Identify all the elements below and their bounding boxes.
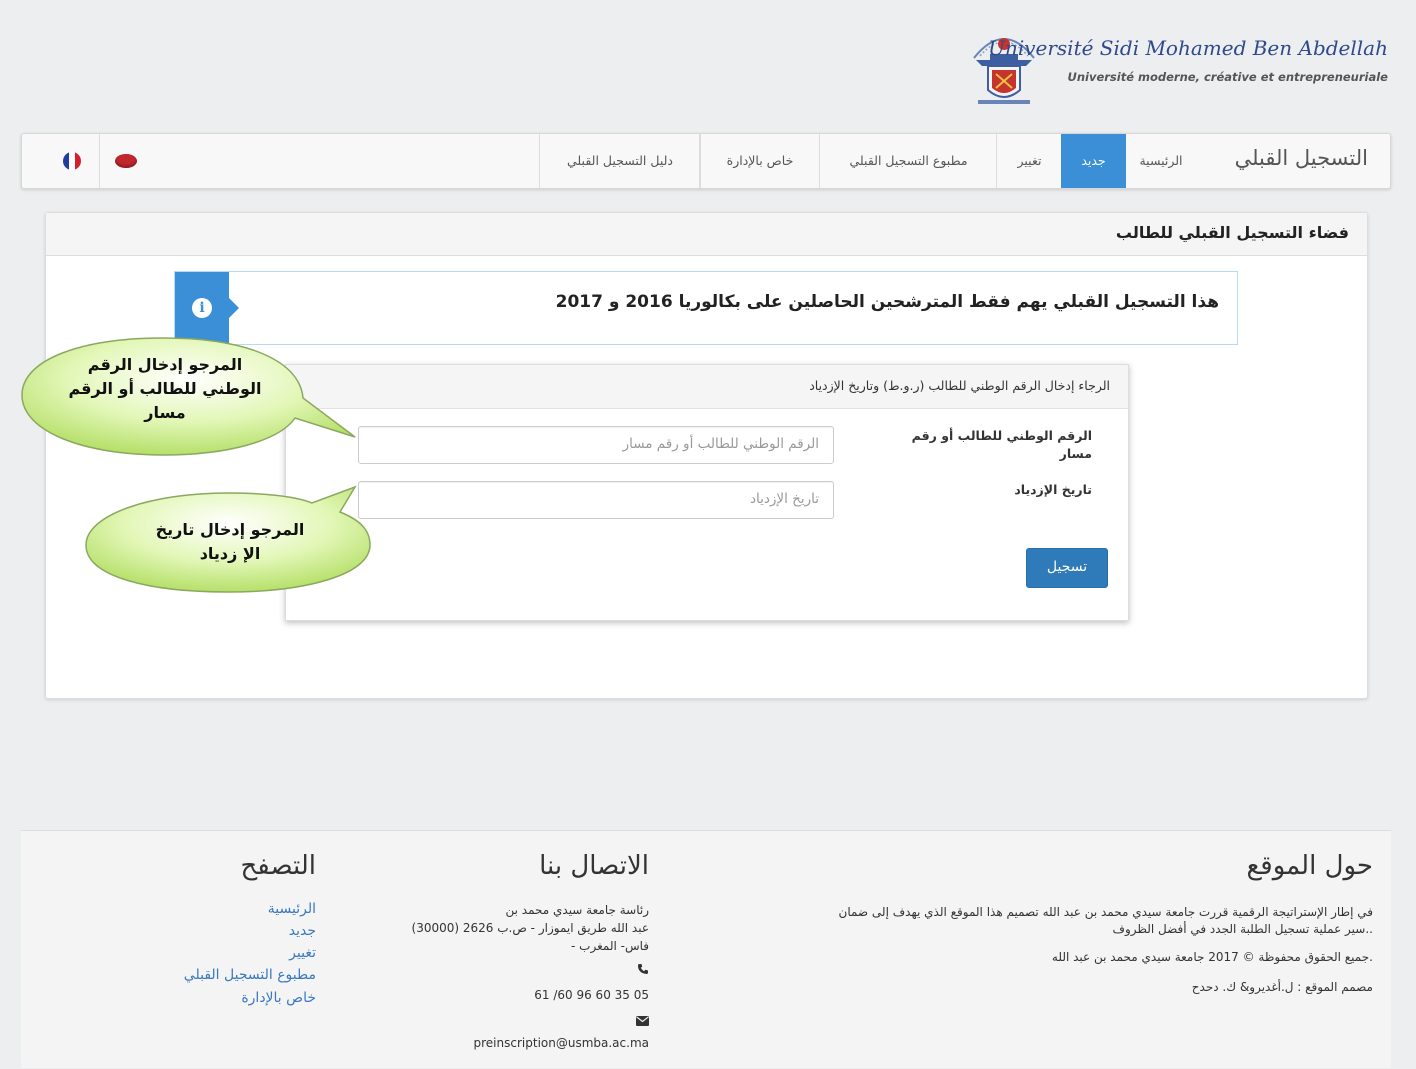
footer-link-home[interactable]: الرئيسية bbox=[268, 901, 316, 917]
phone-icon bbox=[637, 963, 649, 978]
date-callout-text: المرجو إدخال تاريخ الإ زدياد bbox=[155, 520, 305, 563]
footer-designer: مصمم الموقع : ل.أغديرو& ك. دحدح bbox=[1191, 980, 1373, 994]
id-callout-text: المرجو إدخال الرقم الوطني للطالب أو الرق… bbox=[68, 355, 262, 422]
footer-address-2: عبد الله طريق ايموزار - ص.ب 2626 (30000) bbox=[411, 921, 650, 935]
student-id-input[interactable]: الرقم الوطني للطالب أو رقم مسار bbox=[358, 426, 834, 464]
form-heading: الرجاء إدخال الرقم الوطني للطالب (ر.و.ط)… bbox=[809, 378, 1110, 393]
student-id-placeholder: الرقم الوطني للطالب أو رقم مسار bbox=[622, 436, 819, 452]
footer-address-3: - فاس- المغرب bbox=[571, 939, 649, 953]
navbar-brand[interactable]: التسجيل القبلي bbox=[1235, 146, 1368, 170]
birthdate-placeholder: تاريخ الإزدياد bbox=[749, 491, 819, 507]
nav-print-form[interactable]: مطبوع التسجيل القبلي bbox=[819, 134, 997, 188]
info-message: هذا التسجيل القبلي يهم فقط المترشحين الح… bbox=[555, 292, 1219, 312]
nav-guide[interactable]: دليل التسجيل القبلي bbox=[539, 134, 701, 188]
footer-phone: 61 /60 96 60 35 05 bbox=[534, 988, 649, 1002]
footer-browse-title: التصفح bbox=[240, 851, 316, 881]
nav-admin[interactable]: خاص بالإدارة bbox=[699, 134, 820, 188]
footer: حول الموقع في إطار الإستراتيجة الرقمية ق… bbox=[21, 830, 1391, 1068]
nav-home[interactable]: الرئيسية bbox=[1126, 134, 1196, 188]
student-id-label: الرقم الوطني للطالب أو رقم مسار bbox=[911, 428, 1092, 461]
footer-contact-title: الاتصال بنا bbox=[539, 851, 649, 881]
footer-link-new[interactable]: جديد bbox=[289, 923, 316, 939]
envelope-icon bbox=[636, 1015, 649, 1029]
footer-link-print-form[interactable]: مطبوع التسجيل القبلي bbox=[184, 967, 316, 983]
nav-modify[interactable]: تغيير bbox=[996, 134, 1062, 188]
birthdate-input[interactable]: تاريخ الإزدياد bbox=[358, 481, 834, 519]
submit-button[interactable]: تسجيل bbox=[1026, 548, 1108, 588]
footer-about-title: حول الموقع bbox=[1246, 851, 1373, 881]
footer-link-modify[interactable]: تغيير bbox=[289, 945, 316, 961]
footer-about-text-2: سير عملية تسجيل الطلبة الجدد في أفضل الظ… bbox=[1112, 922, 1374, 936]
university-tagline: Université moderne, créative et entrepre… bbox=[1067, 70, 1388, 84]
footer-about-text-1: في إطار الإستراتيجة الرقمية قررت جامعة س… bbox=[838, 905, 1374, 919]
university-name: Université Sidi Mohamed Ben Abdellah bbox=[988, 36, 1388, 60]
nav-new[interactable]: جديد bbox=[1061, 134, 1126, 188]
footer-email[interactable]: preinscription@usmba.ac.ma bbox=[474, 1034, 649, 1052]
birthdate-label: تاريخ الإزدياد bbox=[1014, 482, 1092, 497]
footer-link-admin[interactable]: خاص بالإدارة bbox=[241, 990, 316, 1006]
footer-copyright: جميع الحقوق محفوظة © 2017 جامعة سيدي محم… bbox=[1051, 950, 1373, 964]
panel-title: فضاء التسجيل القبلي للطالب bbox=[1115, 223, 1349, 242]
callout-bubbles bbox=[21, 337, 371, 593]
footer-address-1: رئاسة جامعة سيدي محمد بن bbox=[505, 903, 649, 917]
